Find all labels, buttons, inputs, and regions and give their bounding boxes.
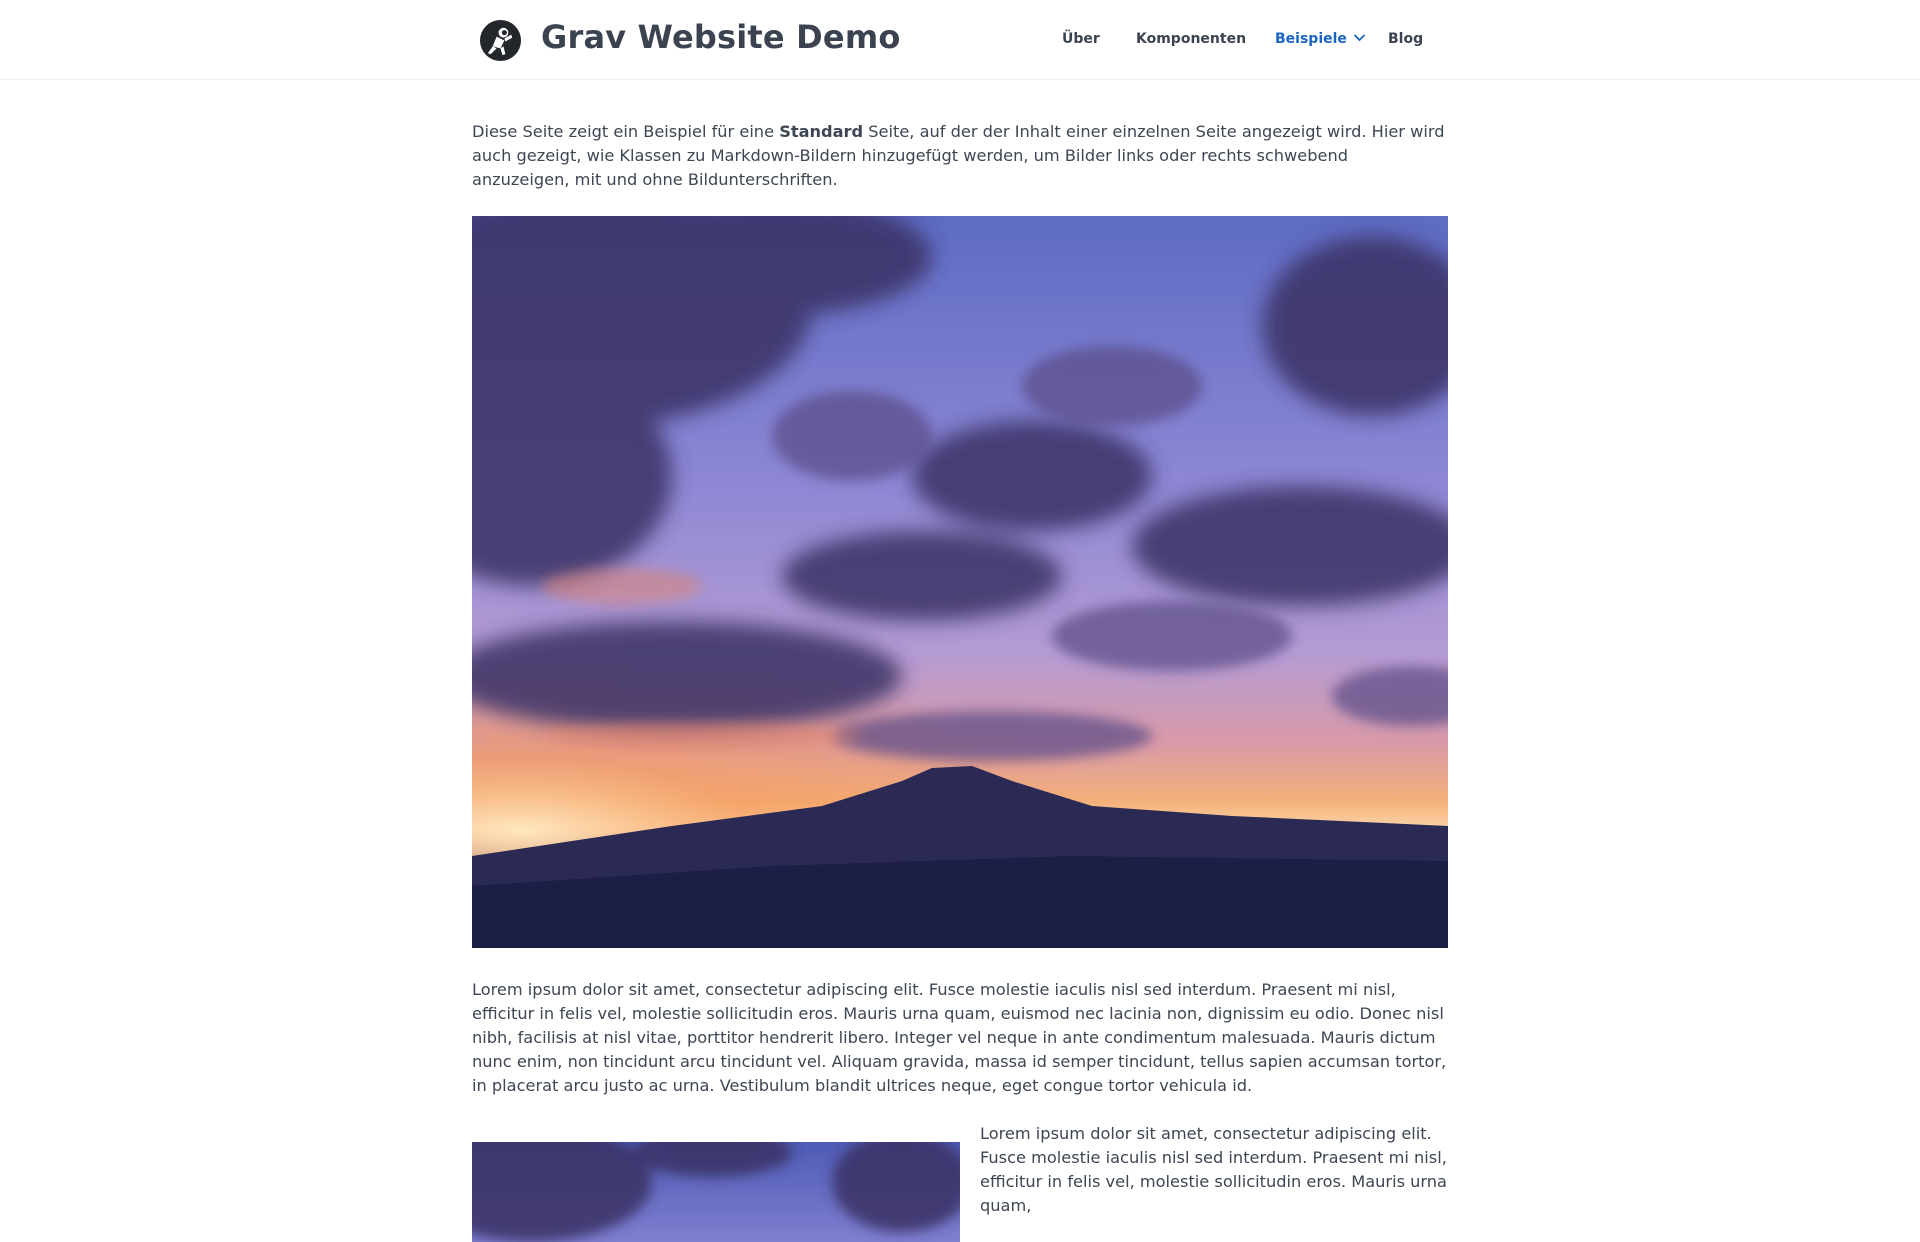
sunset-mountain-photo	[472, 216, 1448, 948]
float-left-image	[472, 1142, 960, 1242]
astronaut-logo-icon[interactable]	[479, 19, 522, 62]
body-paragraph-floated: Lorem ipsum dolor sit amet, consectetur …	[980, 1124, 1447, 1215]
nav-item-komponenten[interactable]: Komponenten	[1136, 31, 1246, 47]
sunset-thumbnail-photo	[472, 1142, 960, 1242]
site-title[interactable]: Grav Website Demo	[541, 18, 901, 56]
nav-item-beispiele[interactable]: Beispiele	[1275, 31, 1366, 47]
body-paragraph: Lorem ipsum dolor sit amet, consectetur …	[472, 980, 1447, 1095]
site-header: Grav Website Demo Über Komponenten Beisp…	[0, 0, 1920, 80]
intro-paragraph: Diese Seite zeigt ein Beispiel für eine …	[472, 120, 1448, 192]
hero-image	[472, 216, 1448, 948]
intro-text-start: Diese Seite zeigt ein Beispiel für eine	[472, 122, 780, 141]
chevron-down-icon	[1353, 34, 1366, 42]
intro-bold-text: Standard	[779, 122, 864, 141]
nav-item-blog[interactable]: Blog	[1388, 31, 1423, 47]
nav-item-ueber[interactable]: Über	[1062, 31, 1100, 47]
nav-item-beispiele-label: Beispiele	[1275, 31, 1347, 47]
